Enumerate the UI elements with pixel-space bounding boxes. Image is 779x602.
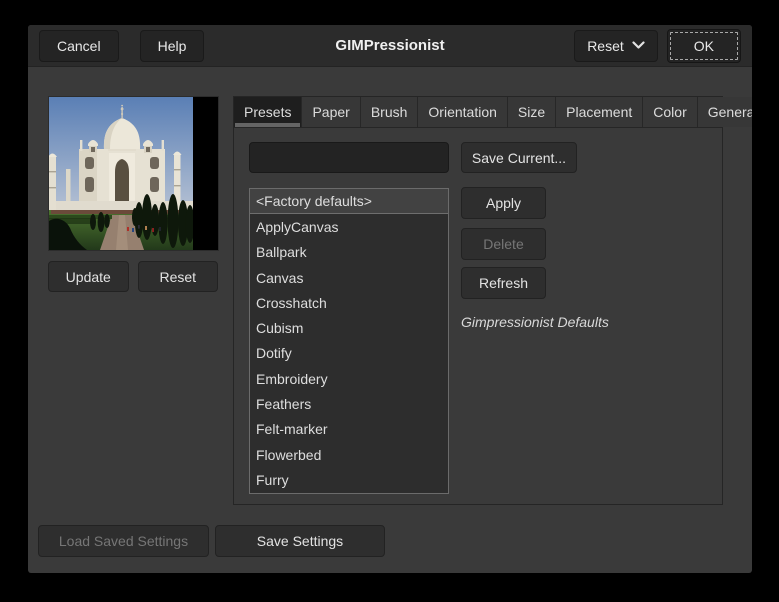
apply-button[interactable]: Apply — [461, 187, 546, 219]
tab-paper[interactable]: Paper — [302, 97, 361, 127]
tab-bar: Presets Paper Brush Orientation Size Pla… — [234, 97, 752, 128]
preset-list-item[interactable]: ApplyCanvas — [250, 214, 448, 239]
tab-size[interactable]: Size — [507, 97, 557, 127]
chevron-down-icon — [632, 41, 645, 50]
preset-list-item[interactable]: Feathers — [250, 391, 448, 416]
save-current-button[interactable]: Save Current... — [461, 142, 577, 173]
preset-list-item[interactable]: Cubism — [250, 315, 448, 340]
preset-name-input[interactable] — [249, 142, 449, 173]
delete-button: Delete — [461, 228, 546, 260]
settings-notebook: Presets Paper Brush Orientation Size Pla… — [233, 96, 752, 505]
preset-list-item[interactable]: Ballpark — [250, 240, 448, 265]
cancel-button[interactable]: Cancel — [39, 29, 119, 62]
reset-dropdown-button[interactable]: Reset — [574, 29, 658, 62]
tab-brush[interactable]: Brush — [360, 97, 419, 127]
tab-placement[interactable]: Placement — [556, 97, 644, 127]
taj-mahal-preview-art — [49, 97, 218, 250]
dialog-header-bar: Cancel Help GIMPressionist Reset OK — [28, 25, 752, 67]
screen-background: { "window": { "title": "GIMPressionist" … — [0, 0, 779, 602]
tab-orientation[interactable]: Orientation — [418, 97, 508, 127]
help-button[interactable]: Help — [139, 29, 205, 62]
preset-description: Gimpressionist Defaults — [461, 314, 609, 330]
preview-actions: Update Reset — [48, 261, 218, 292]
refresh-button[interactable]: Refresh — [461, 267, 546, 299]
update-preview-button[interactable]: Update — [48, 261, 129, 292]
preset-list-item[interactable]: Felt-marker — [250, 417, 448, 442]
save-settings-button[interactable]: Save Settings — [215, 525, 385, 557]
preset-list-item[interactable]: Furry — [250, 467, 448, 492]
tab-presets[interactable]: Presets — [234, 97, 303, 127]
preset-list[interactable]: <Factory defaults> ApplyCanvas Ballpark … — [249, 188, 449, 494]
reset-dropdown-label: Reset — [587, 37, 624, 54]
tab-color[interactable]: Color — [643, 97, 698, 127]
gimpressionist-dialog: Cancel Help GIMPressionist Reset OK Upda… — [28, 25, 752, 573]
ok-button[interactable]: OK — [666, 28, 741, 63]
dialog-title: GIMPressionist — [335, 37, 445, 54]
preset-list-item[interactable]: Embroidery — [250, 366, 448, 391]
preview-image — [48, 96, 219, 251]
preset-list-item[interactable]: Dotify — [250, 341, 448, 366]
preset-list-item[interactable]: Flowerbed — [250, 442, 448, 467]
reset-preview-button[interactable]: Reset — [137, 261, 218, 292]
preset-list-item[interactable]: Canvas — [250, 265, 448, 290]
load-saved-settings-button: Load Saved Settings — [38, 525, 209, 557]
tab-general[interactable]: General — [697, 97, 752, 127]
presets-tab-panel: Save Current... <Factory defaults> Apply… — [234, 128, 722, 505]
preset-list-item[interactable]: Crosshatch — [250, 290, 448, 315]
preset-list-item[interactable]: <Factory defaults> — [250, 189, 448, 215]
